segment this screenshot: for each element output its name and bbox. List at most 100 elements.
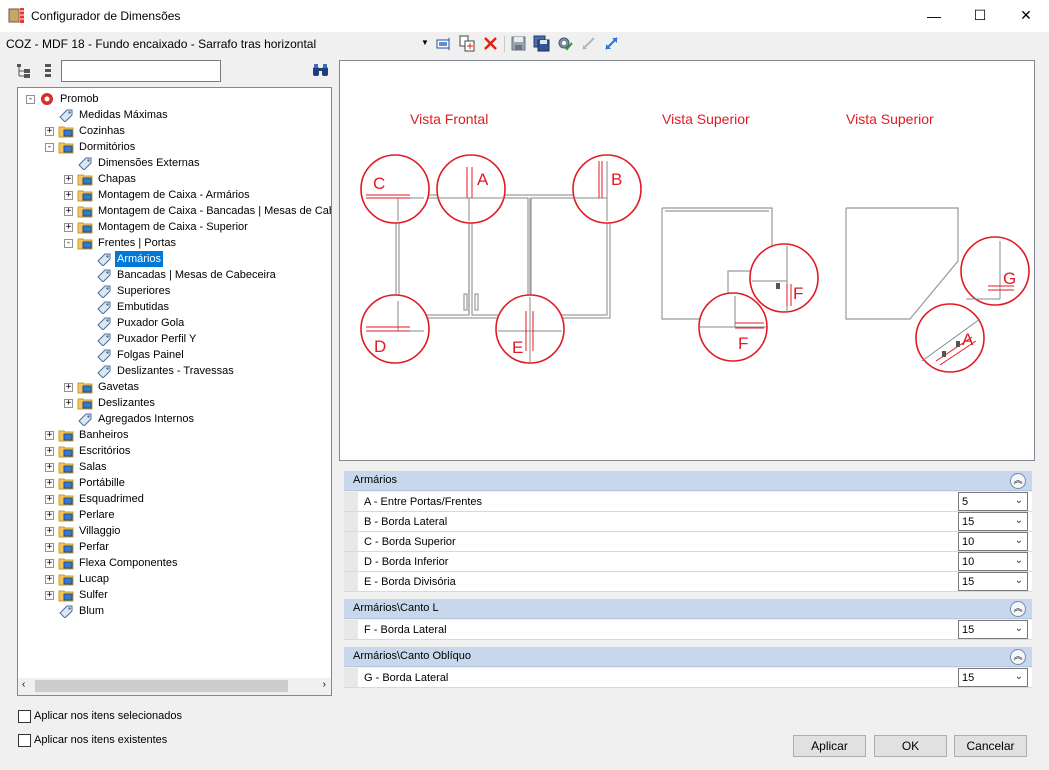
scroll-left-icon[interactable]: ‹ — [22, 679, 25, 690]
property-value-dropdown[interactable]: 15 ⌄ — [958, 572, 1028, 591]
expand-node-icon[interactable]: + — [45, 590, 54, 600]
tree-item[interactable]: - Promob — [26, 91, 101, 107]
tree-item[interactable]: + Perlare — [45, 507, 116, 523]
tree-item[interactable]: + Villaggio — [45, 523, 122, 539]
collapse-group-icon[interactable]: ︽ — [1010, 601, 1026, 617]
tree-item[interactable]: + Salas — [45, 459, 109, 475]
detail-circle-F-upper: F — [749, 243, 819, 313]
tree-horizontal-scrollbar[interactable]: ‹ › — [18, 678, 331, 695]
expand-icon[interactable] — [603, 35, 620, 52]
copy-template-icon[interactable] — [459, 35, 476, 52]
tree-item[interactable]: Medidas Máximas — [45, 107, 170, 123]
tree-item[interactable]: + Sulfer — [45, 587, 110, 603]
expand-node-icon[interactable]: + — [45, 446, 54, 456]
expand-node-icon[interactable]: + — [45, 126, 54, 136]
property-value-dropdown[interactable]: 5 ⌄ — [958, 492, 1028, 511]
apply-existing-checkbox[interactable] — [18, 733, 31, 747]
tree-item[interactable]: Agregados Internos — [64, 411, 196, 427]
apply-selected-checkbox[interactable] — [18, 709, 31, 723]
save-all-icon[interactable] — [533, 35, 550, 52]
collapse-node-icon[interactable]: - — [26, 94, 35, 104]
apply-existing-option[interactable]: Aplicar nos itens existentes — [18, 733, 167, 747]
property-value-dropdown[interactable]: 10 ⌄ — [958, 552, 1028, 571]
tree-view-icon[interactable] — [16, 63, 32, 79]
tree-item[interactable]: Folgas Painel — [83, 347, 186, 363]
property-group-header[interactable]: Armários ︽ — [344, 471, 1032, 491]
tree-item[interactable]: Dimensões Externas — [64, 155, 202, 171]
save-icon[interactable] — [510, 35, 527, 52]
tree-item[interactable]: + Escritórios — [45, 443, 132, 459]
collapse-group-icon[interactable]: ︽ — [1010, 473, 1026, 489]
expand-node-icon[interactable]: + — [64, 398, 73, 408]
expand-node-icon[interactable]: + — [45, 574, 54, 584]
category-tree[interactable]: - Promob Medidas Máximas + Cozinhas - Dormitór… — [17, 87, 332, 696]
expand-node-icon[interactable]: + — [45, 494, 54, 504]
tree-item[interactable]: + Cozinhas — [45, 123, 127, 139]
tree-item[interactable]: + Deslizantes — [64, 395, 157, 411]
ok-button[interactable]: OK — [874, 735, 947, 757]
tree-item[interactable]: + Perfar — [45, 539, 111, 555]
property-group-header[interactable]: Armários\Canto L ︽ — [344, 599, 1032, 619]
window-title: Configurador de Dimensões — [31, 9, 181, 23]
tree-item[interactable]: - Frentes | Portas — [64, 235, 178, 251]
apply-button[interactable]: Aplicar — [793, 735, 866, 757]
tree-item-label: Dimensões Externas — [98, 157, 200, 169]
tree-item[interactable]: + Esquadrimed — [45, 491, 146, 507]
maximize-button[interactable]: ☐ — [957, 0, 1003, 31]
expand-node-icon[interactable]: + — [45, 478, 54, 488]
expand-node-icon[interactable]: + — [64, 206, 73, 216]
expand-node-icon[interactable]: + — [45, 558, 54, 568]
delete-icon[interactable] — [482, 35, 499, 52]
list-view-icon[interactable] — [40, 63, 56, 79]
tree-item[interactable]: Superiores — [83, 283, 172, 299]
expand-node-icon[interactable]: + — [64, 382, 73, 392]
tree-item[interactable]: + Montagem de Caixa - Armários — [64, 187, 252, 203]
tree-item[interactable]: + Banheiros — [45, 427, 131, 443]
promob-logo-icon — [41, 93, 53, 105]
tree-item[interactable]: + Gavetas — [64, 379, 141, 395]
tree-item[interactable]: Armários — [83, 251, 164, 267]
tag-icon — [97, 269, 111, 282]
property-value-dropdown[interactable]: 10 ⌄ — [958, 532, 1028, 551]
collapse-node-icon[interactable]: - — [64, 238, 73, 248]
tree-item[interactable]: + Chapas — [64, 171, 138, 187]
tree-item[interactable]: Bancadas | Mesas de Cabeceira — [83, 267, 278, 283]
property-value-dropdown[interactable]: 15 ⌄ — [958, 668, 1028, 687]
tree-item[interactable]: - Dormitórios — [45, 139, 137, 155]
expand-node-icon[interactable]: + — [64, 222, 73, 232]
template-combo[interactable]: COZ - MDF 18 - Fundo encaixado - Sarrafo… — [0, 32, 432, 56]
property-value-dropdown[interactable]: 15 ⌄ — [958, 512, 1028, 531]
search-input[interactable] — [61, 60, 221, 82]
expand-node-icon[interactable]: + — [45, 526, 54, 536]
tree-item[interactable]: + Lucap — [45, 571, 111, 587]
close-button[interactable]: ✕ — [1003, 0, 1049, 31]
expand-node-icon[interactable]: + — [45, 430, 54, 440]
collapse-group-icon[interactable]: ︽ — [1010, 649, 1026, 665]
cancel-button[interactable]: Cancelar — [954, 735, 1027, 757]
tree-item[interactable]: Embutidas — [83, 299, 171, 315]
property-group-header[interactable]: Armários\Canto Oblíquo ︽ — [344, 647, 1032, 667]
apply-template-icon[interactable] — [435, 35, 452, 52]
apply-selected-option[interactable]: Aplicar nos itens selecionados — [18, 709, 182, 723]
scroll-right-icon[interactable]: › — [323, 679, 326, 690]
minimize-button[interactable]: — — [911, 0, 957, 31]
collapse-icon[interactable] — [580, 35, 597, 52]
expand-node-icon[interactable]: + — [45, 542, 54, 552]
expand-node-icon[interactable]: + — [45, 462, 54, 472]
tree-item[interactable]: Blum — [45, 603, 106, 619]
settings-check-icon[interactable] — [556, 35, 573, 52]
tree-item[interactable]: + Portábille — [45, 475, 127, 491]
tree-item[interactable]: Deslizantes - Travessas — [83, 363, 236, 379]
tree-item[interactable]: Puxador Perfil Y — [83, 331, 198, 347]
scroll-thumb[interactable] — [35, 680, 288, 692]
binoculars-search-icon[interactable] — [312, 63, 329, 78]
tree-item[interactable]: + Montagem de Caixa - Bancadas | Mesas de… — [64, 203, 331, 219]
collapse-node-icon[interactable]: - — [45, 142, 54, 152]
tree-item[interactable]: + Flexa Componentes — [45, 555, 179, 571]
property-value-dropdown[interactable]: 15 ⌄ — [958, 620, 1028, 639]
tree-item[interactable]: + Montagem de Caixa - Superior — [64, 219, 250, 235]
expand-node-icon[interactable]: + — [45, 510, 54, 520]
expand-node-icon[interactable]: + — [64, 190, 73, 200]
tree-item[interactable]: Puxador Gola — [83, 315, 186, 331]
expand-node-icon[interactable]: + — [64, 174, 73, 184]
